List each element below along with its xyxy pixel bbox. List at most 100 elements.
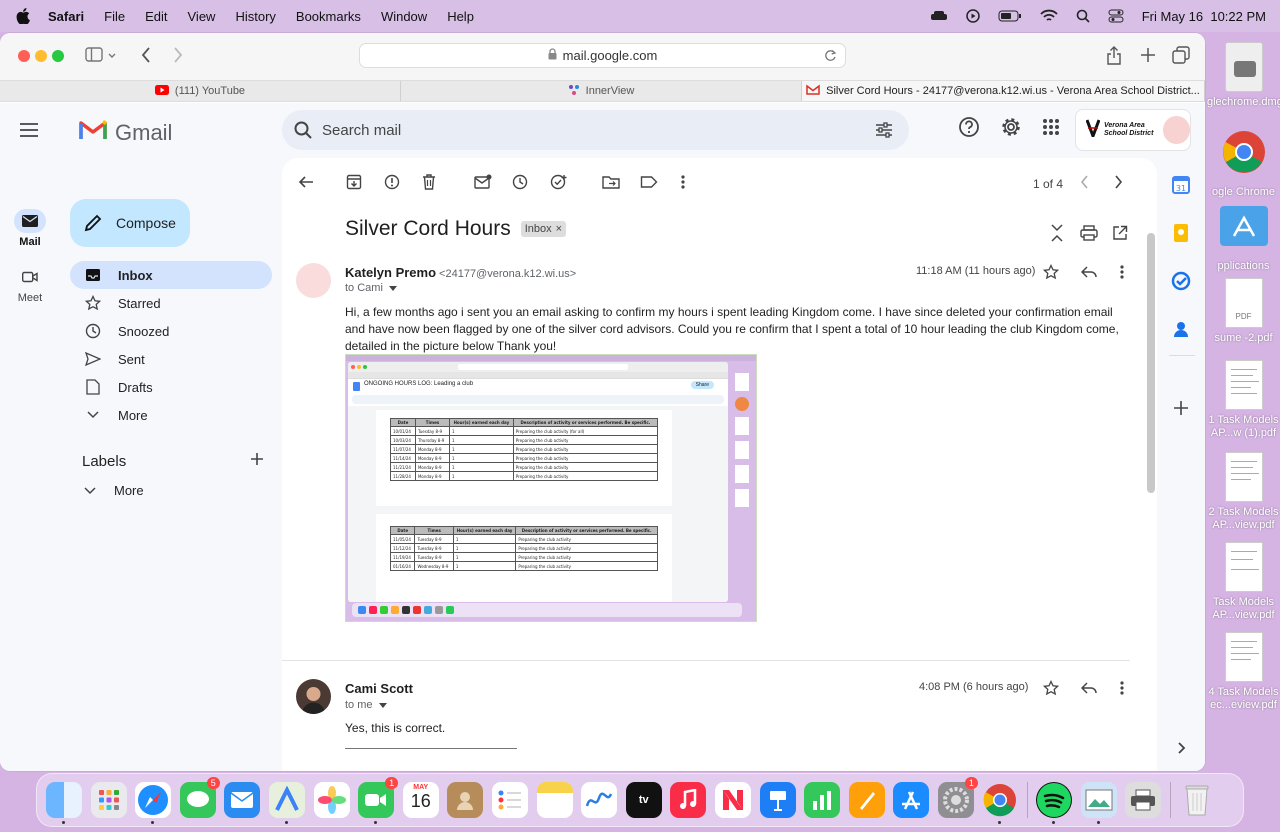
- calendar-icon[interactable]: MAY 16: [402, 782, 439, 818]
- address-bar[interactable]: mail.google.com: [359, 43, 846, 68]
- more-vert-icon[interactable]: [680, 174, 686, 195]
- pages-icon[interactable]: [848, 782, 885, 818]
- remove-label-icon[interactable]: ×: [556, 223, 562, 235]
- sender-avatar[interactable]: [296, 263, 331, 298]
- menu-edit[interactable]: Edit: [145, 9, 167, 24]
- desktop-resume-pdf[interactable]: PDF sume -2.pdf: [1207, 278, 1280, 345]
- star-icon[interactable]: [1042, 679, 1060, 701]
- chrome-dock-icon[interactable]: [982, 782, 1018, 824]
- add-addon-icon[interactable]: [1171, 398, 1191, 418]
- notes-icon[interactable]: [536, 782, 573, 818]
- google-tasks-icon[interactable]: [1171, 271, 1191, 291]
- attached-screenshot[interactable]: ONGOING HOURS LOG: Leading a club Share …: [345, 354, 757, 622]
- settings-gear-icon[interactable]: [1000, 116, 1022, 143]
- report-spam-icon[interactable]: [384, 174, 400, 195]
- add-task-icon[interactable]: [550, 174, 568, 195]
- newer-chevron-right-icon[interactable]: [1114, 174, 1124, 195]
- more-vert-icon[interactable]: [1119, 264, 1125, 285]
- app-store-icon[interactable]: [893, 782, 930, 818]
- collapse-all-icon[interactable]: [1050, 224, 1064, 247]
- recipient-line[interactable]: to Cami: [345, 282, 397, 294]
- archive-icon[interactable]: [346, 174, 362, 195]
- reply-icon[interactable]: [1080, 265, 1097, 284]
- finder-icon[interactable]: [46, 782, 82, 824]
- keynote-icon[interactable]: [759, 782, 796, 818]
- desktop-task-models-3[interactable]: Task Models AP...view.pdf: [1207, 542, 1280, 622]
- reply-icon[interactable]: [1080, 681, 1097, 700]
- rail-meet[interactable]: Meet: [0, 265, 60, 304]
- preview-icon[interactable]: [1080, 782, 1117, 824]
- show-side-panel-chevron-icon[interactable]: [1171, 738, 1191, 758]
- messages-icon[interactable]: 5: [179, 777, 220, 818]
- search-input[interactable]: Search mail: [322, 122, 401, 139]
- message-sender[interactable]: Cami Scott: [345, 681, 413, 696]
- launchpad-icon[interactable]: [90, 782, 127, 818]
- rail-mail[interactable]: Mail: [0, 209, 60, 248]
- mark-unread-icon[interactable]: [474, 174, 492, 195]
- nav-snoozed[interactable]: Snoozed: [70, 317, 272, 345]
- add-label-icon[interactable]: [250, 452, 264, 470]
- search-options-icon[interactable]: [875, 121, 893, 144]
- menu-window[interactable]: Window: [381, 9, 427, 24]
- recipient-line[interactable]: to me: [345, 699, 387, 711]
- forward-icon[interactable]: [172, 46, 184, 64]
- message-sender[interactable]: Katelyn Premo <24177@verona.k12.wi.us>: [345, 265, 576, 280]
- apple-menu-icon[interactable]: [16, 8, 32, 24]
- nav-starred[interactable]: Starred: [70, 289, 272, 317]
- clock-datetime[interactable]: Fri May 16 10:22 PM: [1142, 9, 1266, 24]
- numbers-icon[interactable]: [804, 782, 841, 818]
- trash-icon[interactable]: [422, 174, 436, 195]
- google-contacts-icon[interactable]: [1171, 319, 1191, 339]
- help-icon[interactable]: [958, 116, 980, 143]
- print-icon[interactable]: [1080, 225, 1098, 246]
- more-vert-icon[interactable]: [1119, 680, 1125, 701]
- gmail-logo[interactable]: Gmail: [79, 119, 172, 146]
- tab-youtube[interactable]: (111) YouTube: [0, 81, 401, 101]
- sidebar-toggle-icon[interactable]: [85, 46, 117, 64]
- tab-overview-icon[interactable]: [1172, 46, 1190, 64]
- freeform-icon[interactable]: [581, 782, 618, 818]
- main-menu-icon[interactable]: [20, 123, 38, 142]
- nav-sent[interactable]: Sent: [70, 345, 272, 373]
- menu-bookmarks[interactable]: Bookmarks: [296, 9, 361, 24]
- facetime-icon[interactable]: 1: [358, 777, 399, 824]
- tab-gmail[interactable]: Silver Cord Hours - 24177@verona.k12.wi.…: [802, 81, 1205, 101]
- menu-file[interactable]: File: [104, 9, 125, 24]
- labels-more[interactable]: More: [84, 483, 144, 498]
- system-settings-icon[interactable]: 1: [937, 777, 978, 818]
- menu-app-name[interactable]: Safari: [48, 9, 84, 24]
- tab-innerview[interactable]: InnerView: [401, 81, 802, 101]
- maps-icon[interactable]: [268, 782, 305, 824]
- compose-button[interactable]: Compose: [70, 199, 190, 247]
- share-icon[interactable]: [1106, 46, 1122, 66]
- search-icon[interactable]: [294, 121, 312, 139]
- reload-icon[interactable]: [824, 49, 837, 65]
- spotify-icon[interactable]: [1036, 782, 1073, 824]
- desktop-task-models-4[interactable]: 4 Task Models ec...eview.pdf: [1207, 632, 1280, 712]
- google-calendar-icon[interactable]: 31: [1171, 175, 1191, 195]
- desktop-chrome[interactable]: ogle Chrome: [1207, 130, 1280, 199]
- contacts-icon[interactable]: [447, 782, 484, 818]
- older-chevron-left-icon[interactable]: [1079, 174, 1089, 195]
- mail-app-icon[interactable]: [224, 782, 261, 818]
- nav-inbox[interactable]: Inbox: [70, 261, 272, 289]
- open-in-new-window-icon[interactable]: [1112, 225, 1128, 246]
- move-to-folder-icon[interactable]: [602, 174, 620, 195]
- google-keep-icon[interactable]: [1171, 223, 1191, 243]
- reminders-icon[interactable]: [491, 782, 528, 818]
- car-icon[interactable]: [930, 10, 948, 22]
- nav-more[interactable]: More: [70, 401, 272, 429]
- music-icon[interactable]: [670, 782, 707, 818]
- desktop-task-models-2[interactable]: 2 Task Models AP...view.pdf: [1207, 452, 1280, 532]
- news-icon[interactable]: [714, 782, 751, 818]
- safari-icon[interactable]: [135, 782, 172, 824]
- sender-avatar-photo[interactable]: [296, 679, 331, 714]
- desktop-applications[interactable]: pplications: [1207, 206, 1280, 273]
- battery-icon[interactable]: [998, 10, 1022, 22]
- star-icon[interactable]: [1042, 263, 1060, 285]
- desktop-file-dmg[interactable]: glechrome.dmg: [1207, 42, 1280, 109]
- desktop-task-models-1[interactable]: 1 Task Models AP...w (1).pdf: [1207, 360, 1280, 440]
- play-icon[interactable]: [965, 9, 980, 23]
- new-tab-icon[interactable]: [1140, 46, 1156, 64]
- label-tag-icon[interactable]: [640, 174, 658, 195]
